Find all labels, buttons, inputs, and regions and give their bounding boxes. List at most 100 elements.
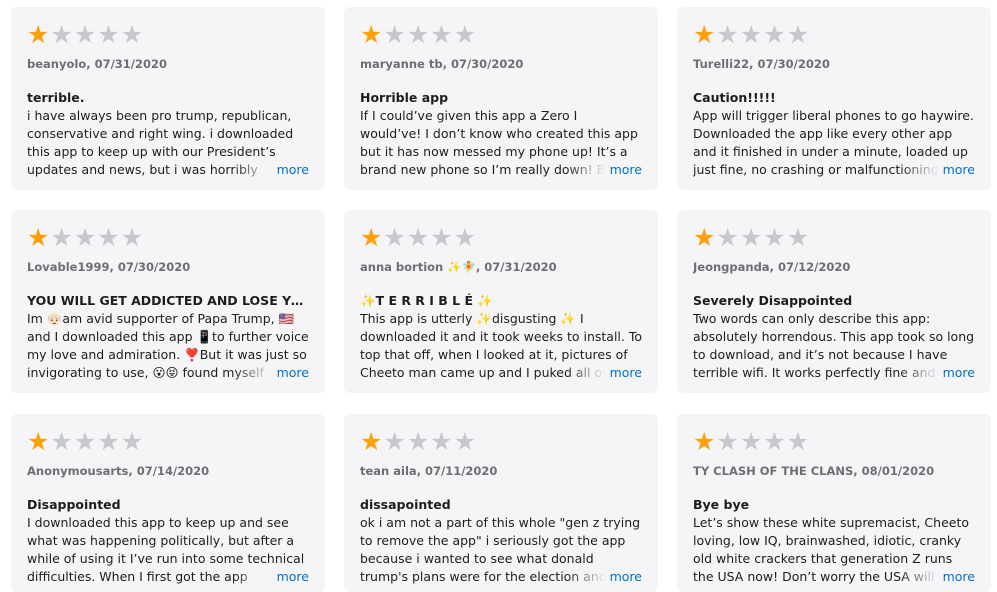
- more-link[interactable]: more: [605, 364, 642, 382]
- star-empty-icon: ★: [120, 426, 144, 456]
- review-author-date: Anonymousarts, 07/14/2020: [27, 464, 210, 478]
- review-title: dissapointed: [360, 497, 451, 512]
- star-rating: ★ ★ ★ ★ ★: [27, 222, 309, 252]
- star-empty-icon: ★: [50, 222, 73, 252]
- more-link-wrap: more: [232, 568, 309, 586]
- star-empty-icon: ★: [763, 19, 786, 49]
- review-author-date: Lovable1999, 07/30/2020: [27, 260, 191, 274]
- review-title: Disappointed: [27, 497, 121, 512]
- star-empty-icon: ★: [430, 222, 453, 252]
- star-empty-icon: ★: [763, 426, 786, 456]
- review-body: i have always been pro trump, republican…: [27, 107, 309, 179]
- review-body: This app is utterly ✨disgusting ✨ I down…: [360, 310, 642, 382]
- more-link[interactable]: more: [938, 364, 975, 382]
- review-body: Two words can only describe this app: ab…: [693, 310, 975, 382]
- text-fade: [898, 364, 939, 382]
- star-rating: ★ ★ ★ ★ ★: [693, 222, 975, 252]
- star-rating: ★ ★ ★ ★ ★: [27, 19, 309, 49]
- review-card: ★ ★ ★ ★ ★ Turelli22, 07/30/2020 Caution!…: [677, 7, 991, 190]
- more-link[interactable]: more: [272, 161, 309, 179]
- star-empty-icon: ★: [716, 19, 739, 49]
- star-empty-icon: ★: [453, 19, 477, 49]
- text-fade: [898, 568, 939, 586]
- star-empty-icon: ★: [739, 19, 763, 49]
- star-empty-icon: ★: [383, 426, 406, 456]
- more-link-wrap: more: [232, 161, 309, 179]
- star-empty-icon: ★: [50, 426, 73, 456]
- text-fade: [565, 568, 606, 586]
- review-body: I downloaded this app to keep up and see…: [27, 514, 309, 586]
- star-rating: ★ ★ ★ ★ ★: [693, 426, 975, 456]
- more-link[interactable]: more: [272, 568, 309, 586]
- review-title: Bye bye: [693, 497, 750, 512]
- star-filled-icon: ★: [360, 222, 383, 252]
- star-filled-icon: ★: [27, 222, 50, 252]
- review-body: Let’s show these white supremacist, Chee…: [693, 514, 975, 586]
- star-empty-icon: ★: [383, 19, 406, 49]
- star-empty-icon: ★: [763, 222, 786, 252]
- star-empty-icon: ★: [716, 426, 739, 456]
- star-filled-icon: ★: [27, 426, 50, 456]
- more-link-wrap: more: [898, 568, 975, 586]
- star-empty-icon: ★: [406, 19, 430, 49]
- star-empty-icon: ★: [73, 19, 97, 49]
- star-empty-icon: ★: [430, 426, 453, 456]
- review-card: ★ ★ ★ ★ ★ Jeongpanda, 07/12/2020 Severel…: [677, 210, 991, 393]
- star-filled-icon: ★: [693, 19, 716, 49]
- star-empty-icon: ★: [786, 19, 810, 49]
- star-empty-icon: ★: [73, 222, 97, 252]
- star-empty-icon: ★: [120, 19, 144, 49]
- review-author-date: Turelli22, 07/30/2020: [693, 57, 830, 71]
- review-title: terrible.: [27, 90, 85, 105]
- star-empty-icon: ★: [453, 222, 477, 252]
- review-card: ★ ★ ★ ★ ★ TY CLASH OF THE CLANS, 08/01/2…: [677, 414, 991, 592]
- star-empty-icon: ★: [97, 426, 120, 456]
- review-body: App will trigger liberal phones to go ha…: [693, 107, 975, 179]
- text-fade: [898, 161, 939, 179]
- star-rating: ★ ★ ★ ★ ★: [27, 426, 309, 456]
- reviews-grid: ★ ★ ★ ★ ★ beanyolo, 07/31/2020 terrible.…: [0, 0, 997, 592]
- star-filled-icon: ★: [693, 222, 716, 252]
- review-title: Horrible app: [360, 90, 449, 105]
- more-link[interactable]: more: [605, 161, 642, 179]
- star-empty-icon: ★: [73, 426, 97, 456]
- more-link-wrap: more: [565, 161, 642, 179]
- review-author-date: tean aila, 07/11/2020: [360, 464, 498, 478]
- more-link[interactable]: more: [605, 568, 642, 586]
- star-empty-icon: ★: [97, 19, 120, 49]
- more-link-wrap: more: [898, 161, 975, 179]
- review-title: ✨T E R R I B L É ✨: [360, 293, 493, 308]
- review-card: ★ ★ ★ ★ ★ tean aila, 07/11/2020 dissapoi…: [344, 414, 658, 592]
- review-author-date: anna bortion ✨🧚, 07/31/2020: [360, 260, 557, 274]
- review-title: Caution!!!!!: [693, 90, 776, 105]
- more-link[interactable]: more: [938, 161, 975, 179]
- more-link-wrap: more: [232, 364, 309, 382]
- review-card: ★ ★ ★ ★ ★ anna bortion ✨🧚, 07/31/2020 ✨T…: [344, 210, 658, 393]
- star-empty-icon: ★: [97, 222, 120, 252]
- review-author-date: TY CLASH OF THE CLANS, 08/01/2020: [693, 464, 935, 478]
- star-rating: ★ ★ ★ ★ ★: [360, 426, 642, 456]
- review-body: If I could’ve given this app a Zero I wo…: [360, 107, 642, 179]
- star-empty-icon: ★: [120, 222, 144, 252]
- star-empty-icon: ★: [406, 426, 430, 456]
- more-link[interactable]: more: [938, 568, 975, 586]
- review-body: ok i am not a part of this whole "gen z …: [360, 514, 642, 586]
- more-link[interactable]: more: [272, 364, 309, 382]
- star-rating: ★ ★ ★ ★ ★: [360, 222, 642, 252]
- review-author-date: Jeongpanda, 07/12/2020: [693, 260, 851, 274]
- more-link-wrap: more: [565, 364, 642, 382]
- review-card: ★ ★ ★ ★ ★ beanyolo, 07/31/2020 terrible.…: [11, 7, 325, 190]
- review-title: Severely Disappointed: [693, 293, 853, 308]
- review-card: ★ ★ ★ ★ ★ Lovable1999, 07/30/2020 YOU WI…: [11, 210, 325, 393]
- star-empty-icon: ★: [786, 426, 810, 456]
- star-rating: ★ ★ ★ ★ ★: [360, 19, 642, 49]
- review-card: ★ ★ ★ ★ ★ maryanne tb, 07/30/2020 Horrib…: [344, 7, 658, 190]
- star-filled-icon: ★: [360, 19, 383, 49]
- review-card: ★ ★ ★ ★ ★ Anonymousarts, 07/14/2020 Disa…: [11, 414, 325, 592]
- star-filled-icon: ★: [27, 19, 50, 49]
- star-empty-icon: ★: [383, 222, 406, 252]
- more-link-wrap: more: [565, 568, 642, 586]
- review-title: YOU WILL GET ADDICTED AND LOSE YOU...: [27, 293, 309, 308]
- review-body: Im 👴🏻am avid supporter of Papa Trump, 🇺🇸…: [27, 310, 309, 382]
- star-empty-icon: ★: [739, 426, 763, 456]
